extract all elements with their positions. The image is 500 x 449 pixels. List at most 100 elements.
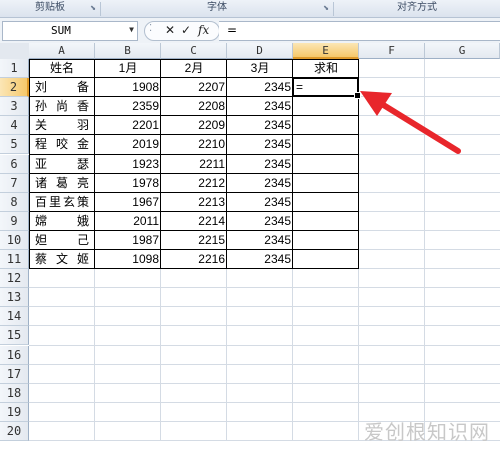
value-cell[interactable]: 2213	[161, 192, 227, 212]
sum-cell[interactable]	[293, 173, 359, 193]
name-cell[interactable]: 刘备	[29, 78, 95, 98]
name-cell[interactable]: 程咬金	[29, 135, 95, 155]
value-cell[interactable]: 2345	[227, 211, 293, 231]
value-cell[interactable]: 1987	[95, 230, 161, 250]
row-header-16[interactable]: 16	[0, 345, 29, 365]
sum-cell[interactable]	[293, 192, 359, 212]
sum-cell[interactable]	[293, 230, 359, 250]
table-header-cell[interactable]: 1月	[95, 59, 161, 79]
value-cell[interactable]: 2345	[227, 78, 293, 98]
sum-cell[interactable]	[293, 135, 359, 155]
name-cell[interactable]: 亚瑟	[29, 154, 95, 174]
name-cell[interactable]: 妲己	[29, 230, 95, 250]
value-cell[interactable]: 2215	[161, 230, 227, 250]
value-cell[interactable]: 2345	[227, 230, 293, 250]
value-cell[interactable]: 2210	[161, 135, 227, 155]
chevron-down-icon[interactable]: ▼	[129, 25, 134, 34]
font-dialog-launcher-icon[interactable]: ⬊	[322, 4, 330, 12]
value-cell[interactable]: 1967	[95, 192, 161, 212]
name-cell[interactable]: 百里玄策	[29, 192, 95, 212]
table-border	[29, 134, 359, 136]
value-cell[interactable]: 2207	[161, 78, 227, 98]
column-header-d[interactable]: D	[227, 43, 293, 59]
table-header-cell[interactable]: 3月	[227, 59, 293, 79]
insert-function-icon[interactable]: fx	[198, 23, 209, 37]
sum-cell[interactable]	[293, 250, 359, 270]
row-header-19[interactable]: 19	[0, 402, 29, 422]
formula-input[interactable]: =	[219, 21, 500, 41]
row-header-11[interactable]: 11	[0, 250, 29, 270]
row-header-12[interactable]: 12	[0, 269, 29, 289]
value-cell[interactable]: 2345	[227, 154, 293, 174]
column-header-f[interactable]: F	[359, 43, 425, 59]
ribbon-group-clipboard: 剪贴板 ⬊	[0, 0, 100, 17]
value-cell[interactable]: 2345	[227, 192, 293, 212]
value-cell[interactable]: 2216	[161, 250, 227, 270]
row-header-18[interactable]: 18	[0, 383, 29, 403]
value-cell[interactable]: 2214	[161, 211, 227, 231]
name-cell[interactable]: 诸葛亮	[29, 173, 95, 193]
column-header-g[interactable]: G	[425, 43, 500, 59]
row-header-20[interactable]: 20	[0, 421, 29, 441]
value-cell[interactable]: 2345	[227, 173, 293, 193]
column-header-e[interactable]: E	[293, 43, 359, 59]
watermark-text: 爱创根知识网	[364, 420, 490, 444]
ribbon-group-font: 字体 ⬊	[101, 0, 333, 17]
value-cell[interactable]: 2019	[95, 135, 161, 155]
fill-handle[interactable]	[354, 92, 361, 100]
select-all-corner[interactable]	[0, 43, 30, 60]
name-cell[interactable]: 关羽	[29, 116, 95, 136]
row-header-17[interactable]: 17	[0, 364, 29, 384]
row-header-2[interactable]: 2	[0, 78, 29, 98]
value-cell[interactable]: 2011	[95, 211, 161, 231]
sum-cell[interactable]	[293, 154, 359, 174]
value-cell[interactable]: 2345	[227, 135, 293, 155]
table-border	[226, 59, 227, 270]
row-header-10[interactable]: 10	[0, 230, 29, 250]
table-header-cell[interactable]: 姓名	[29, 59, 95, 79]
value-cell[interactable]: 1908	[95, 78, 161, 98]
value-cell[interactable]: 2212	[161, 173, 227, 193]
row-header-13[interactable]: 13	[0, 288, 29, 308]
row-header-9[interactable]: 9	[0, 211, 29, 231]
table-border	[29, 268, 359, 270]
name-box[interactable]: SUM ▼	[2, 21, 138, 41]
row-header-4[interactable]: 4	[0, 116, 29, 136]
sum-cell[interactable]	[293, 116, 359, 136]
sum-cell[interactable]	[293, 211, 359, 231]
value-cell[interactable]: 2209	[161, 116, 227, 136]
value-cell[interactable]: 1923	[95, 154, 161, 174]
table-header-cell[interactable]: 求和	[293, 59, 359, 79]
table-header-cell[interactable]: 2月	[161, 59, 227, 79]
row-header-1[interactable]: 1	[0, 59, 29, 79]
formula-text: =	[227, 23, 238, 37]
table-border	[29, 210, 359, 212]
clipboard-dialog-launcher-icon[interactable]: ⬊	[89, 4, 97, 12]
value-cell[interactable]: 2345	[227, 250, 293, 270]
column-header-c[interactable]: C	[161, 43, 227, 59]
value-cell[interactable]: 2345	[227, 97, 293, 117]
row-header-7[interactable]: 7	[0, 173, 29, 193]
column-header-b[interactable]: B	[95, 43, 161, 59]
name-cell[interactable]: 嫦娥	[29, 211, 95, 231]
active-cell-e2[interactable]	[292, 77, 361, 100]
value-cell[interactable]: 2345	[227, 116, 293, 136]
row-header-8[interactable]: 8	[0, 192, 29, 212]
value-cell[interactable]: 2211	[161, 154, 227, 174]
cancel-icon[interactable]: ✕	[165, 23, 175, 37]
name-cell[interactable]: 蔡文姬	[29, 250, 95, 270]
value-cell[interactable]: 2208	[161, 97, 227, 117]
row-header-15[interactable]: 15	[0, 326, 29, 346]
row-header-6[interactable]: 6	[0, 154, 29, 174]
row-header-3[interactable]: 3	[0, 97, 29, 117]
value-cell[interactable]: 1978	[95, 173, 161, 193]
sum-cell[interactable]	[293, 97, 359, 117]
column-header-a[interactable]: A	[29, 43, 95, 59]
row-header-14[interactable]: 14	[0, 307, 29, 327]
name-cell[interactable]: 孙尚香	[29, 97, 95, 117]
row-header-5[interactable]: 5	[0, 135, 29, 155]
value-cell[interactable]: 2359	[95, 97, 161, 117]
value-cell[interactable]: 1098	[95, 250, 161, 270]
value-cell[interactable]: 2201	[95, 116, 161, 136]
enter-icon[interactable]: ✓	[181, 23, 191, 37]
